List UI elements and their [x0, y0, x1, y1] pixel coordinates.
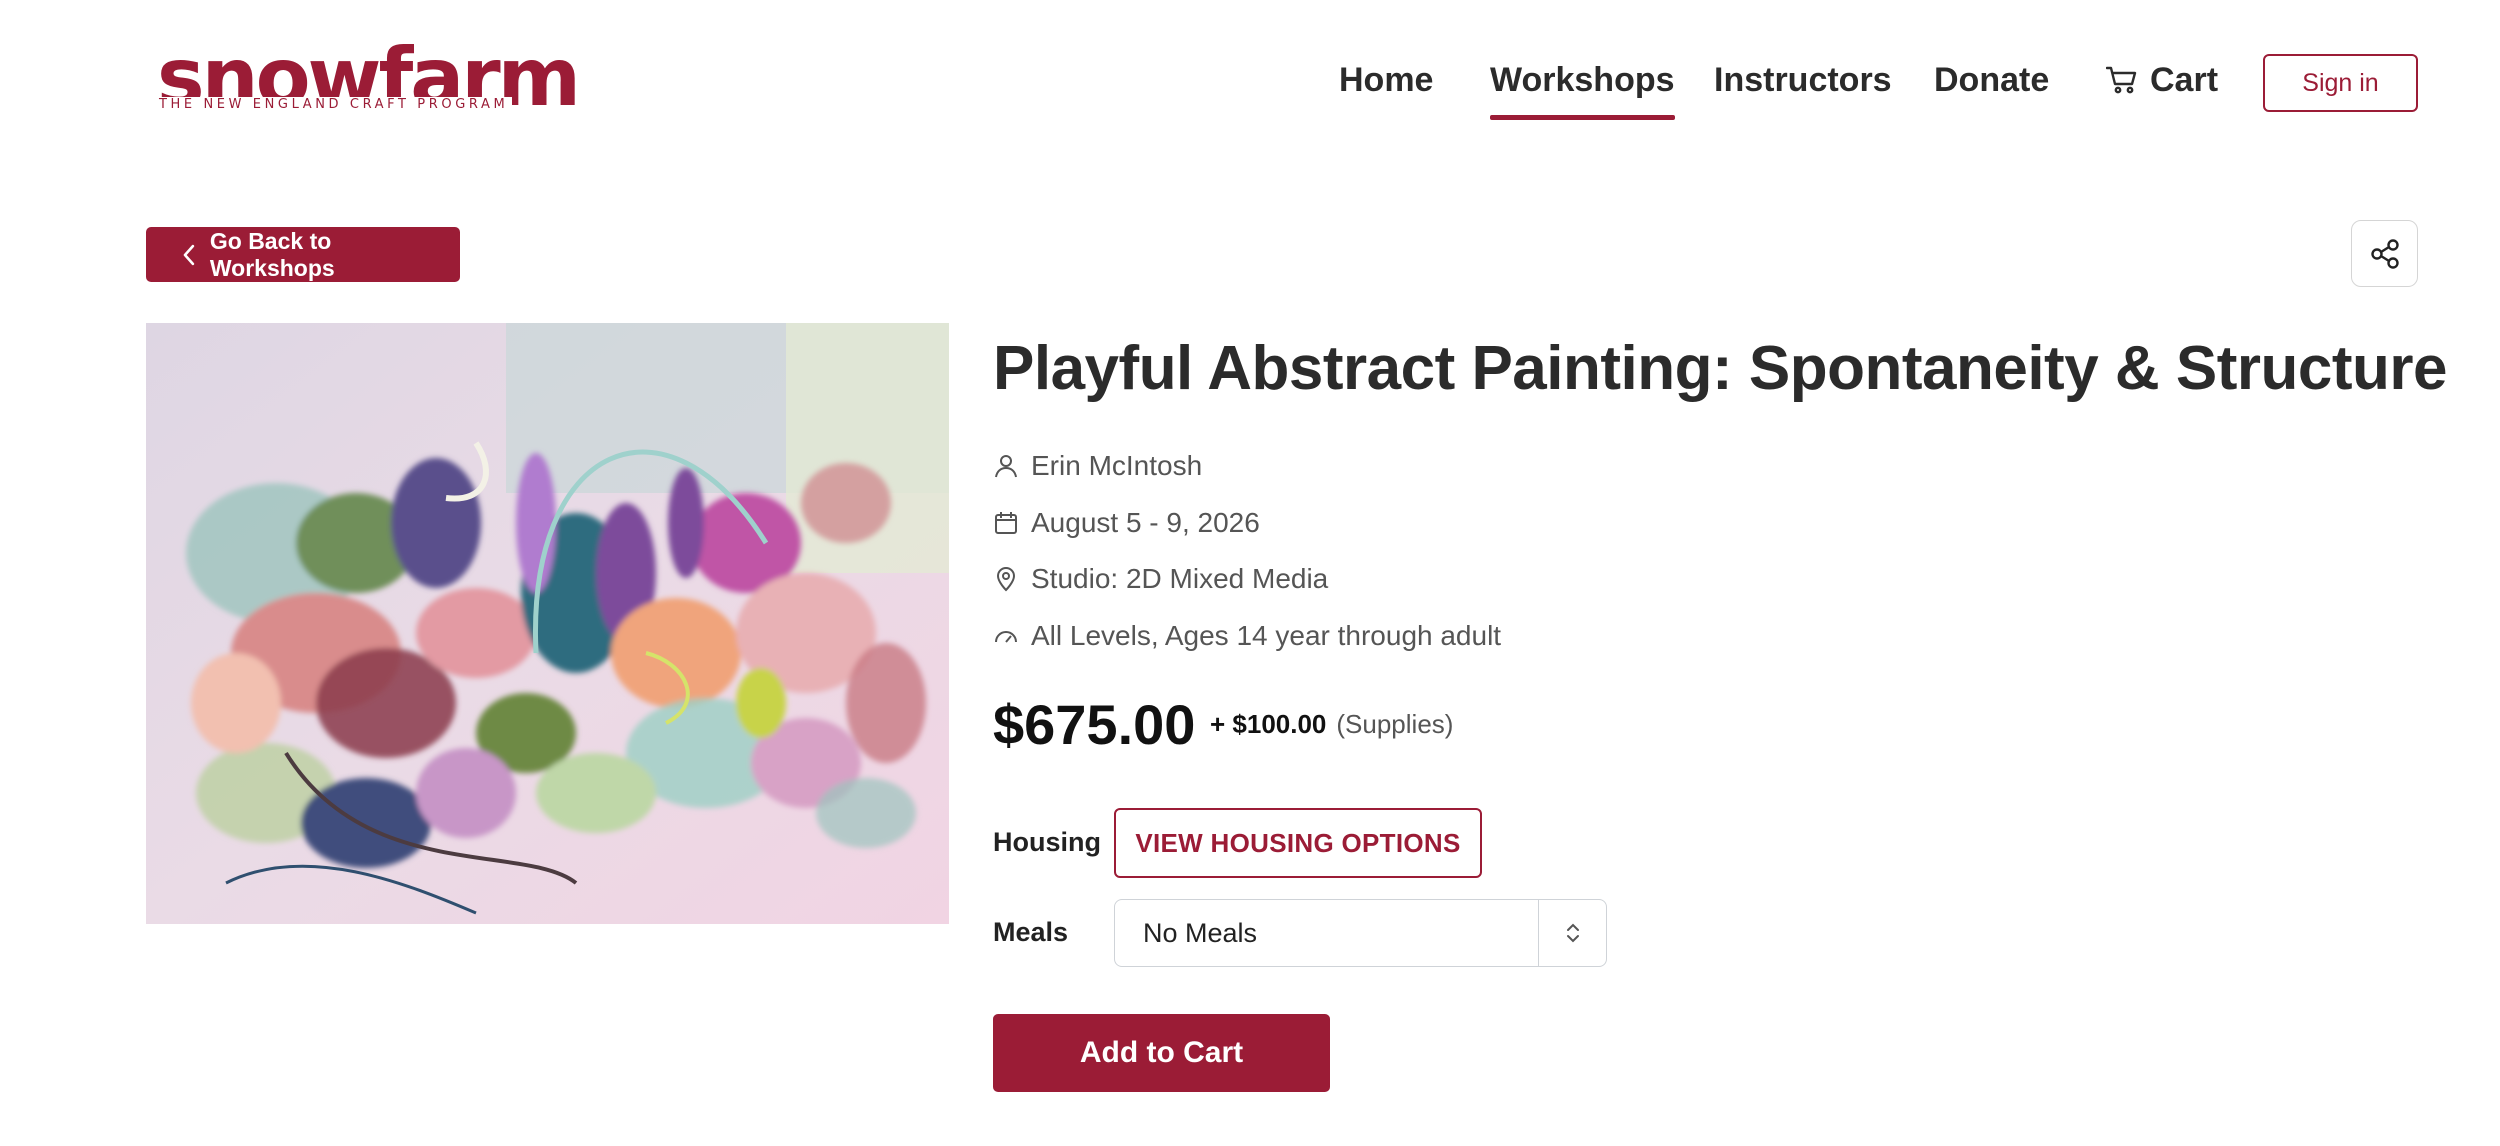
workshop-artwork-image [146, 323, 949, 924]
share-button[interactable] [2351, 220, 2418, 287]
select-caret [1538, 900, 1606, 966]
back-button-label: Go Back to Workshops [209, 227, 335, 281]
nav-item-instructors[interactable]: Instructors [1714, 60, 1892, 100]
view-housing-options-button[interactable]: VIEW HOUSING OPTIONS [1114, 808, 1482, 878]
supplies-amount: + $100.00 [1210, 709, 1327, 739]
back-to-workshops-button[interactable]: Go Back to Workshops [146, 227, 460, 282]
snowfarm-logo[interactable]: snowfarm THE NEW ENGLAND CRAFT PROGRAM [157, 38, 581, 138]
gauge-icon [995, 631, 1017, 643]
share-icon [2370, 238, 2399, 269]
workshop-title: Playful Abstract Painting: Spontaneity &… [993, 334, 2448, 403]
supplies-label: (Supplies) [1336, 709, 1454, 739]
dates-row: August 5 - 9, 2026 [993, 507, 1260, 539]
workshop-levels: All Levels, Ages 14 year through adult [1031, 620, 1502, 651]
workshop-dates: August 5 - 9, 2026 [1031, 507, 1260, 538]
location-pin-icon [996, 567, 1016, 592]
levels-row: All Levels, Ages 14 year through adult [993, 620, 1501, 652]
chevron-left-icon [183, 244, 195, 265]
supplies-fee: + $100.00 (Supplies) [1210, 709, 1453, 740]
nav-item-cart[interactable]: Cart [2106, 60, 2218, 100]
nav-item-home[interactable]: Home [1339, 60, 1433, 100]
meals-selected-value: No Meals [1143, 917, 1258, 948]
studio-row: Studio: 2D Mixed Media [993, 563, 1328, 595]
nav-item-donate[interactable]: Donate [1934, 60, 2049, 100]
logo-tagline: THE NEW ENGLAND CRAFT PROGRAM [159, 97, 513, 112]
cart-icon [2106, 66, 2137, 94]
workshop-price: $675.00 [993, 693, 1196, 756]
person-icon [995, 455, 1017, 478]
instructor-row: Erin McIntosh [993, 450, 1202, 482]
instructor-name[interactable]: Erin McIntosh [1031, 450, 1202, 482]
nav-item-workshops[interactable]: Workshops [1490, 60, 1675, 120]
up-down-chevron-icon [1566, 923, 1579, 943]
studio-name: Studio: 2D Mixed Media [1031, 563, 1329, 594]
sign-in-button[interactable]: Sign in [2263, 54, 2418, 112]
meals-select[interactable]: No Meals [1114, 899, 1607, 967]
cart-label: Cart [2150, 61, 2219, 99]
housing-label: Housing [993, 827, 1101, 857]
add-to-cart-button[interactable]: Add to Cart [993, 1014, 1330, 1092]
calendar-icon [995, 512, 1017, 534]
meals-label: Meals [993, 917, 1069, 947]
